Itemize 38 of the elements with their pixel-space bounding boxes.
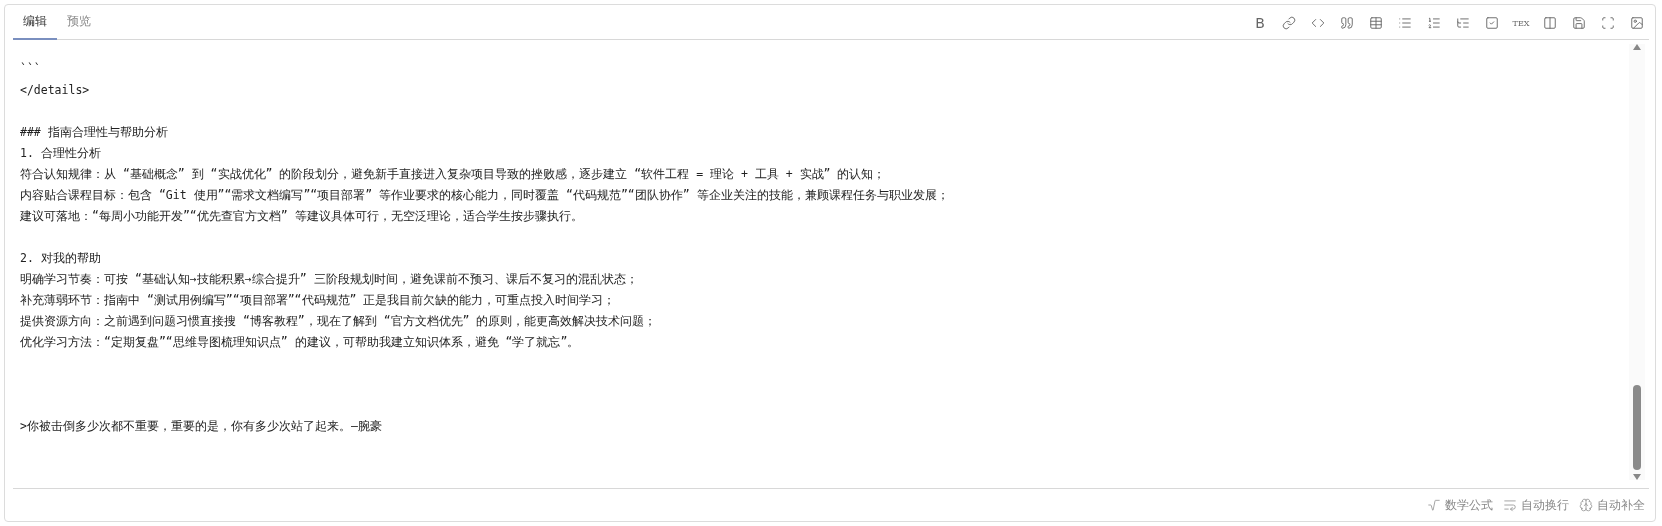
scrollbar[interactable] (1629, 44, 1645, 480)
quote-icon[interactable] (1339, 15, 1355, 31)
editor-line: 1. 合理性分析 (20, 146, 101, 160)
scroll-up-icon[interactable] (1633, 44, 1641, 50)
tex-button[interactable]: TEX (1513, 15, 1529, 31)
wrap-icon (1503, 498, 1517, 512)
math-icon (1427, 498, 1441, 512)
editor-line: >你被击倒多少次都不重要，重要的是，你有多少次站了起来。—腕豪 (20, 419, 382, 433)
scroll-down-icon[interactable] (1633, 474, 1641, 480)
fullscreen-icon[interactable] (1600, 15, 1616, 31)
editor-tab[interactable]: 编辑 (13, 13, 57, 40)
link-icon[interactable] (1281, 15, 1297, 31)
numbered-list-icon[interactable] (1426, 15, 1442, 31)
split-icon[interactable] (1542, 15, 1558, 31)
table-icon[interactable] (1368, 15, 1384, 31)
image-icon[interactable] (1629, 15, 1645, 31)
checkbox-icon[interactable] (1484, 15, 1500, 31)
editor-line: ### 指南合理性与帮助分析 (20, 125, 168, 139)
status-toggle[interactable]: 自动补全 (1579, 496, 1645, 514)
editor-line: </details> (20, 83, 90, 97)
scrollbar-thumb[interactable] (1633, 385, 1641, 470)
editor-line: ``` (20, 62, 41, 76)
complete-icon (1579, 498, 1593, 512)
status-toggle[interactable]: 自动换行 (1503, 496, 1569, 514)
save-icon[interactable] (1571, 15, 1587, 31)
editor-tab[interactable]: 预览 (57, 13, 101, 40)
bold-button[interactable]: B (1252, 15, 1268, 31)
editor-line: 2. 对我的帮助 (20, 251, 101, 265)
editor-line: 符合认知规律：从 “基础概念” 到 “实战优化” 的阶段划分，避免新手直接进入复杂项目导致的挫败感，逐步建立 “软件工程 = 理论 + 工具 + 实战” 的认知； (20, 167, 886, 181)
editor-line: 明确学习节奏：可按 “基础认知→技能积累→综合提升” 三阶段规划时间，避免课前不预习、课后不复习的混乱状态； (20, 272, 638, 286)
editor-line: 优化学习方法：“定期复盘”“思维导图梳理知识点” 的建议，可帮助我建立知识体系，避免 “学了就忘”。 (20, 335, 580, 349)
editor-line: 补充薄弱环节：指南中 “测试用例编写”“项目部署”“代码规范” 正是我目前欠缺的能力，可重点投入时间学习； (20, 293, 616, 307)
editor-line: 建议可落地：“每周小功能开发”“优先查官方文档” 等建议具体可行，无空泛理论，适合学生按步骤执行。 (20, 209, 583, 223)
status-toggle[interactable]: 数学公式 (1427, 496, 1493, 514)
editor-line: 内容贴合课程目标：包含 “Git 使用”“需求文档编写”“项目部署” 等作业要求的核心能力，同时覆盖 “代码规范”“团队协作” 等企业关注的技能，兼顾课程任务与职业发展； (20, 188, 949, 202)
editor-line: 提供资源方向：之前遇到问题习惯直接搜 “博客教程”，现在了解到 “官方文档优先” 的原则，能更高效解决技术问题； (20, 314, 657, 328)
outline-icon[interactable] (1455, 15, 1471, 31)
bullet-list-icon[interactable] (1397, 15, 1413, 31)
